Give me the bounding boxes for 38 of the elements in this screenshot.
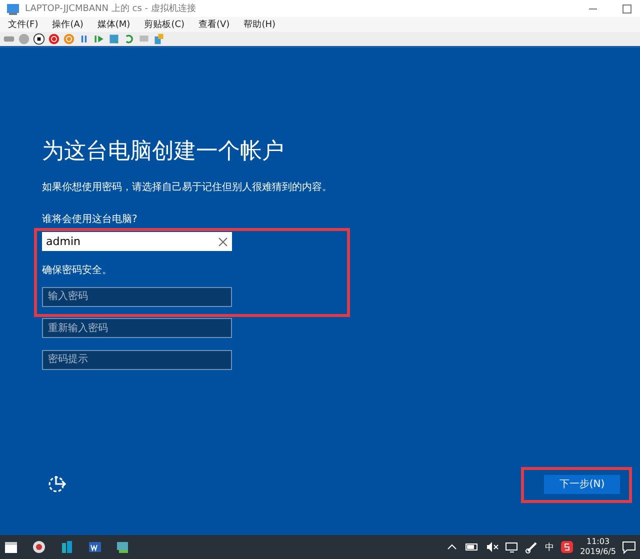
stop-icon[interactable] (33, 33, 45, 45)
play-icon[interactable] (93, 33, 105, 45)
accessibility-icon[interactable] (46, 473, 68, 495)
window-title: LAPTOP-JJCMBANN 上的 cs - 虚拟机连接 (25, 2, 196, 15)
input-field[interactable]: 输入密码 (42, 286, 232, 306)
field-label: 确保密码安全。 (42, 264, 112, 277)
muted-speaker-icon[interactable] (485, 540, 500, 554)
maximize-icon[interactable] (620, 2, 634, 16)
session-icon[interactable] (153, 33, 165, 45)
menu-item[interactable]: 文件(F) (8, 18, 38, 31)
browser-icon[interactable] (32, 540, 46, 554)
window-app-icon[interactable] (6, 2, 20, 16)
clock[interactable]: 11:03 2019/6/5 (580, 537, 616, 557)
clear-icon[interactable] (218, 236, 228, 246)
calendar-icon[interactable] (4, 540, 18, 554)
next-button[interactable]: 下一步(N) (544, 474, 620, 494)
menu-item[interactable]: 查看(V) (198, 18, 230, 31)
menu-item[interactable]: 媒体(M) (97, 18, 130, 31)
menu-item[interactable]: 操作(A) (52, 18, 84, 31)
network-app-icon[interactable] (116, 540, 130, 554)
buildings-icon[interactable] (60, 540, 74, 554)
start-icon[interactable] (18, 33, 30, 45)
description-text: 如果你想使用密码，请选择自己易于记住但别人很难猜到的内容。 (42, 180, 332, 194)
input-method[interactable]: 中 (545, 540, 554, 554)
menu-item[interactable]: 帮助(H) (244, 18, 276, 31)
revert-icon[interactable] (123, 33, 135, 45)
input-field[interactable]: 重新输入密码 (42, 318, 232, 338)
field-label: 谁将会使用这台电脑? (42, 212, 138, 226)
page-heading: 为这台电脑创建一个帐户 (42, 138, 284, 166)
notification-icon[interactable] (622, 540, 636, 554)
shutdown-icon[interactable] (48, 33, 60, 45)
word-icon[interactable] (88, 540, 102, 554)
username-field[interactable]: admin (42, 232, 232, 251)
sogou-icon[interactable] (560, 540, 574, 554)
checkpoint-icon[interactable] (108, 33, 120, 45)
menu-item[interactable]: 剪贴板(C) (144, 18, 184, 31)
monitor-icon[interactable] (505, 540, 520, 554)
input-field[interactable]: 密码提示 (42, 350, 232, 370)
